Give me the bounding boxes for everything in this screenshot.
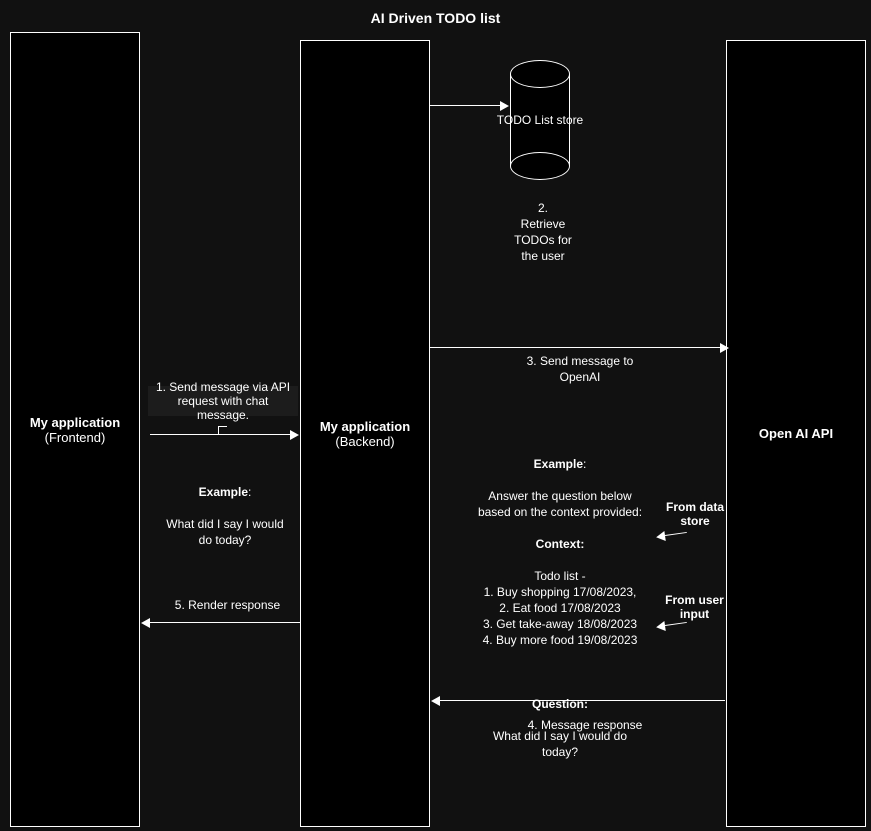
lifeline-frontend: My application (Frontend) bbox=[10, 32, 140, 827]
todo-store-cylinder: TODO List store bbox=[510, 60, 570, 180]
step1-text: 1. Send message via API request with cha… bbox=[154, 380, 292, 422]
annotation-from-user-arrow bbox=[665, 622, 687, 626]
lifeline-openai: Open AI API bbox=[726, 40, 866, 827]
step1-box: 1. Send message via API request with cha… bbox=[148, 386, 298, 416]
step2-text: 2. Retrieve TODOs for the user bbox=[488, 200, 598, 264]
lifeline-frontend-role: (Frontend) bbox=[45, 430, 106, 445]
step1-example-body: What did I say I would do today? bbox=[166, 517, 283, 547]
arrow-backend-to-store bbox=[430, 105, 500, 106]
context-example: Example: Answer the question below based… bbox=[460, 440, 660, 760]
arrow-backend-to-frontend bbox=[150, 622, 300, 623]
step1-example-head: Example bbox=[199, 485, 248, 499]
step4-text: 4. Message response bbox=[500, 717, 670, 733]
annotation-from-store-arrow bbox=[665, 532, 687, 536]
diagram-title: AI Driven TODO list bbox=[0, 10, 871, 26]
context-example-intro: Answer the question below based on the c… bbox=[478, 489, 642, 519]
todo-store-label: TODO List store bbox=[490, 112, 590, 128]
lifeline-backend: My application (Backend) bbox=[300, 40, 430, 827]
lifeline-backend-name: My application bbox=[320, 419, 410, 434]
arrow-openai-to-backend bbox=[440, 700, 725, 701]
diagram-canvas: AI Driven TODO list My application (Fron… bbox=[0, 0, 871, 831]
annotation-from-user: From user input bbox=[657, 593, 732, 621]
lifeline-frontend-name: My application bbox=[30, 415, 120, 430]
step5-text: 5. Render response bbox=[155, 597, 300, 613]
arrow-step1-jog bbox=[218, 426, 227, 435]
step3-text: 3. Send message to OpenAI bbox=[490, 353, 670, 385]
context-body: Todo list - 1. Buy shopping 17/08/2023, … bbox=[483, 569, 638, 647]
context-head: Context: bbox=[536, 537, 585, 551]
arrow-backend-to-openai bbox=[430, 347, 720, 348]
context-example-head: Example bbox=[534, 457, 583, 471]
lifeline-backend-role: (Backend) bbox=[335, 434, 394, 449]
question-body: What did I say I would do today? bbox=[493, 729, 627, 759]
step1-example: Example: What did I say I would do today… bbox=[150, 468, 300, 548]
lifeline-openai-name: Open AI API bbox=[759, 426, 833, 441]
annotation-from-store: From data store bbox=[660, 500, 730, 528]
